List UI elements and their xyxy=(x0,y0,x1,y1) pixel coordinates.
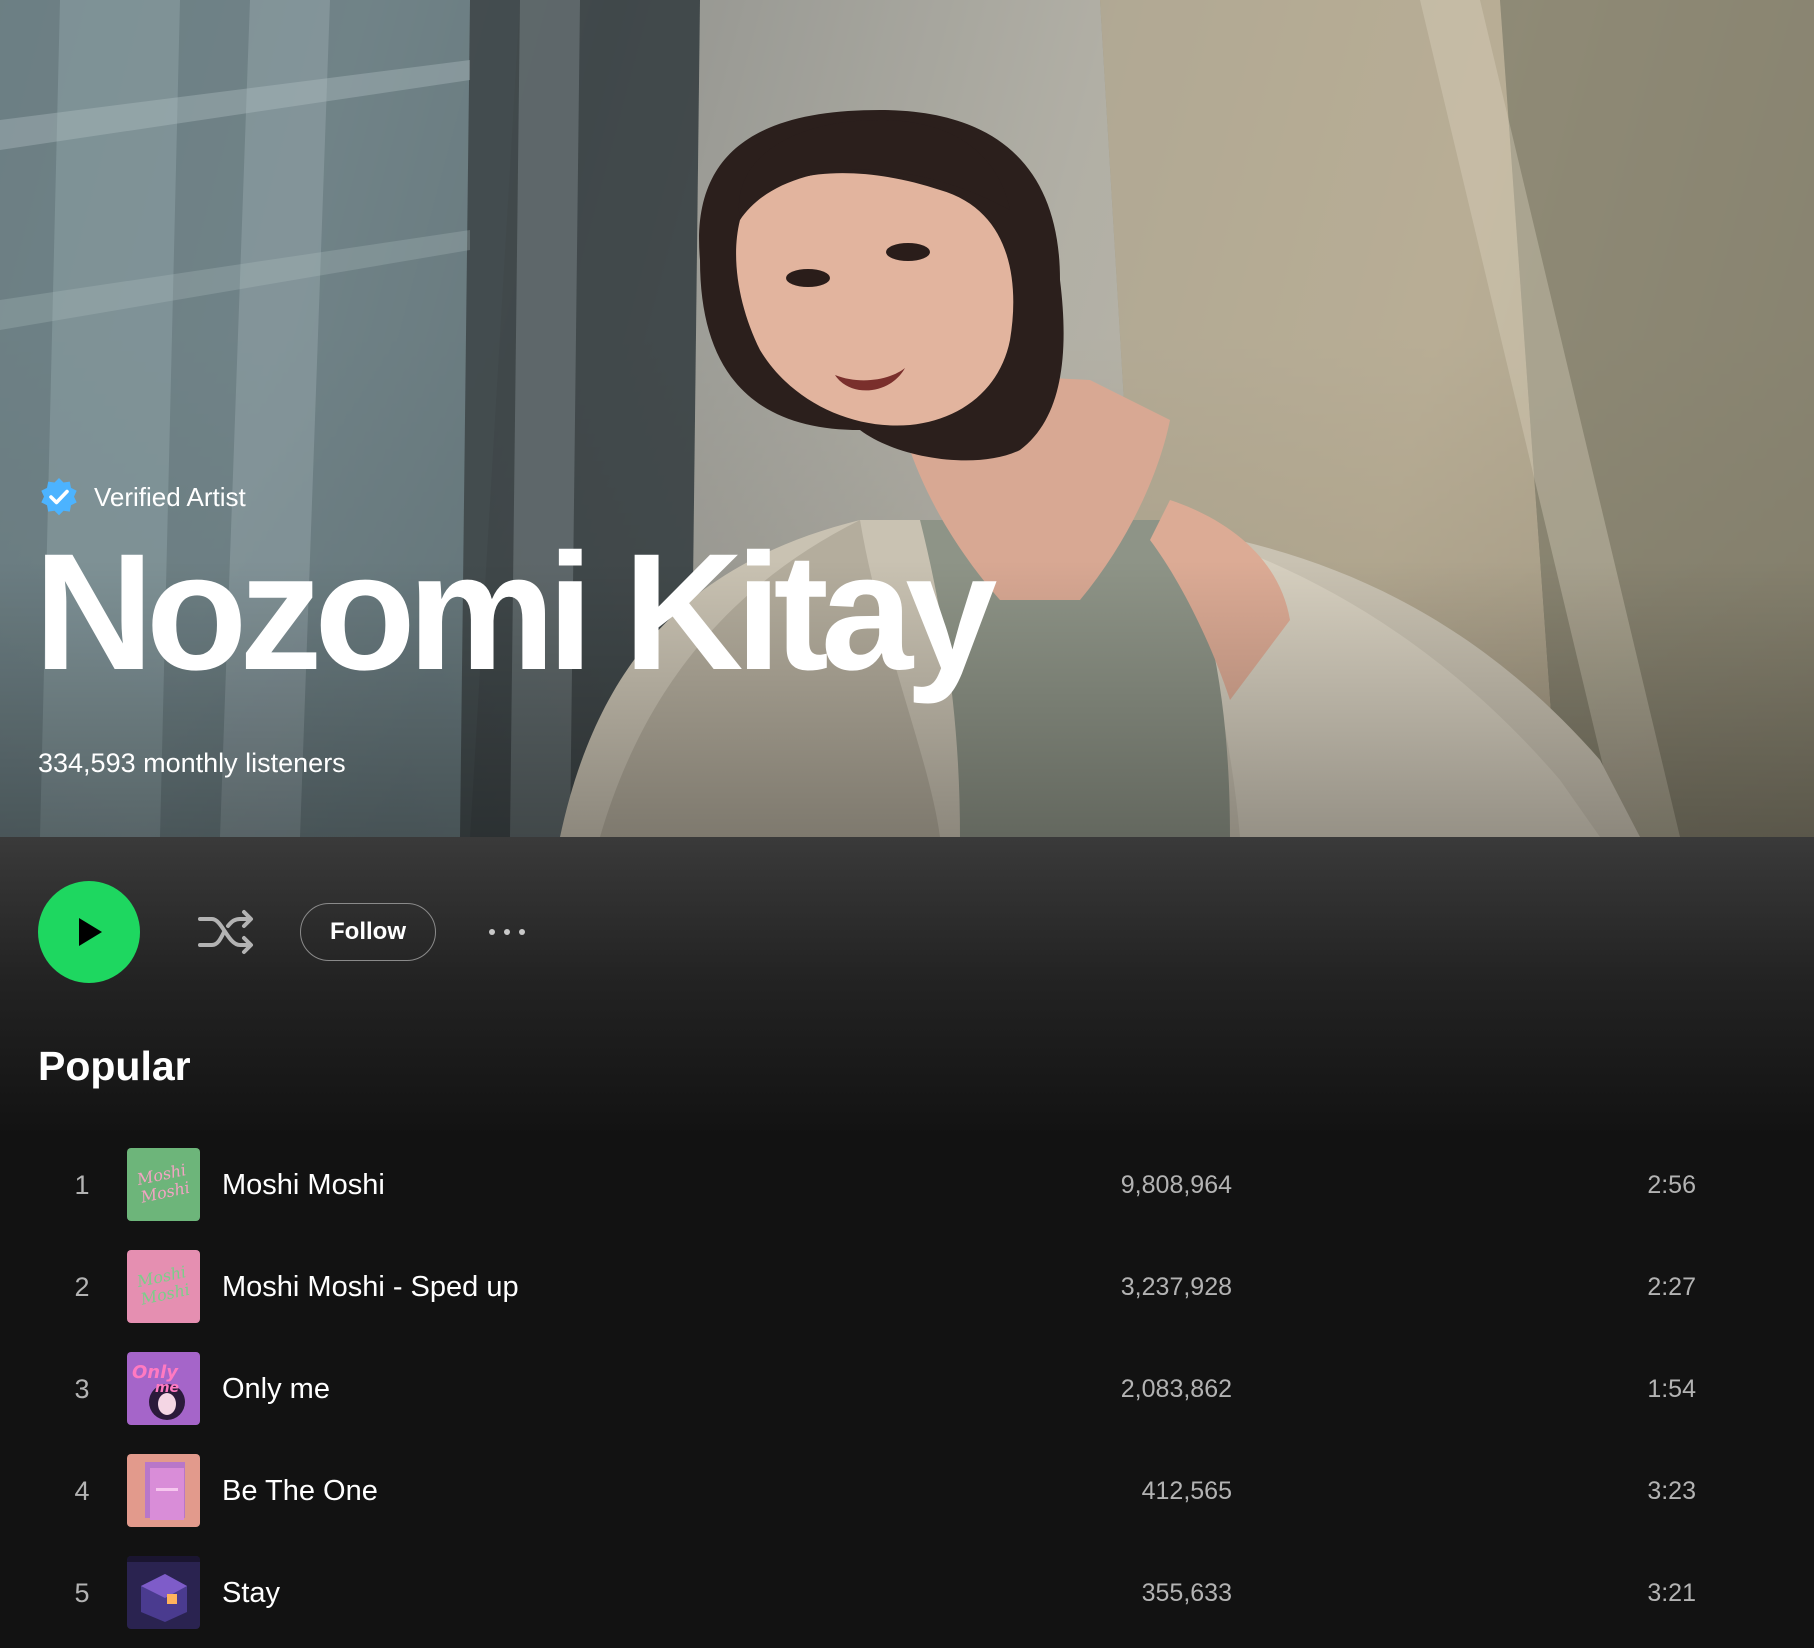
track-number: 5 xyxy=(74,1577,90,1608)
track-duration: 3:23 xyxy=(1647,1476,1696,1505)
artist-content: Follow Popular 1 Moshi Moshi Moshi Moshi… xyxy=(0,837,1814,1648)
artist-hero-banner: Verified Artist Nozomi Kitay 334,593 mon… xyxy=(0,0,1814,837)
track-row[interactable]: 1 Moshi Moshi Moshi Moshi 9,808,964 2:56 xyxy=(0,1134,1814,1236)
verified-artist-text: Verified Artist xyxy=(94,481,246,512)
more-options-button[interactable] xyxy=(482,912,532,952)
track-cover-art xyxy=(127,1454,200,1527)
track-number: 1 xyxy=(74,1169,90,1200)
shuffle-button[interactable] xyxy=(194,900,258,964)
track-number: 4 xyxy=(74,1475,90,1506)
verified-badge-icon xyxy=(41,478,77,516)
track-number: 3 xyxy=(74,1373,90,1404)
track-duration: 2:27 xyxy=(1647,1272,1696,1301)
track-duration: 1:54 xyxy=(1647,1374,1696,1403)
play-button[interactable] xyxy=(38,881,140,983)
play-icon xyxy=(79,918,102,946)
shuffle-icon xyxy=(198,910,253,954)
track-row[interactable]: 4 Be The One 412,565 3:23 xyxy=(0,1440,1814,1542)
track-play-count: 9,808,964 xyxy=(1120,1170,1232,1199)
track-duration: 3:21 xyxy=(1647,1578,1696,1607)
monthly-listeners: 334,593 monthly listeners xyxy=(38,748,346,778)
track-play-count: 3,237,928 xyxy=(1120,1272,1232,1301)
popular-track-list: 1 Moshi Moshi Moshi Moshi 9,808,964 2:56… xyxy=(0,1134,1814,1644)
track-title[interactable]: Be The One xyxy=(222,1440,378,1542)
track-play-count: 412,565 xyxy=(1141,1476,1232,1505)
track-cover-art: Only me xyxy=(127,1352,200,1425)
track-title[interactable]: Stay xyxy=(222,1542,280,1644)
track-play-count: 355,633 xyxy=(1141,1578,1232,1607)
action-bar: Follow xyxy=(38,881,532,983)
track-cover-art: Moshi Moshi xyxy=(127,1148,200,1221)
track-cover-art xyxy=(127,1556,200,1629)
track-row[interactable]: 5 Stay 355,633 3:21 xyxy=(0,1542,1814,1644)
verified-artist-label: Verified Artist xyxy=(38,476,246,518)
track-cover-art: Moshi Moshi xyxy=(127,1250,200,1323)
more-options-icon xyxy=(489,929,495,935)
track-row[interactable]: 3 Only me Only me 2,083,862 1:54 xyxy=(0,1338,1814,1440)
follow-button[interactable]: Follow xyxy=(300,903,436,961)
artist-name: Nozomi Kitay xyxy=(34,520,997,705)
track-number: 2 xyxy=(74,1271,90,1302)
artist-page: Verified Artist Nozomi Kitay 334,593 mon… xyxy=(0,0,1814,1648)
track-duration: 2:56 xyxy=(1647,1170,1696,1199)
artist-photo xyxy=(0,0,1814,837)
svg-text:me: me xyxy=(155,1380,179,1396)
track-title[interactable]: Moshi Moshi xyxy=(222,1134,385,1236)
track-row[interactable]: 2 Moshi Moshi Moshi Moshi - Sped up 3,23… xyxy=(0,1236,1814,1338)
track-title[interactable]: Only me xyxy=(222,1338,330,1440)
track-title[interactable]: Moshi Moshi - Sped up xyxy=(222,1236,519,1338)
track-play-count: 2,083,862 xyxy=(1120,1374,1232,1403)
popular-section-title: Popular xyxy=(38,1043,191,1089)
